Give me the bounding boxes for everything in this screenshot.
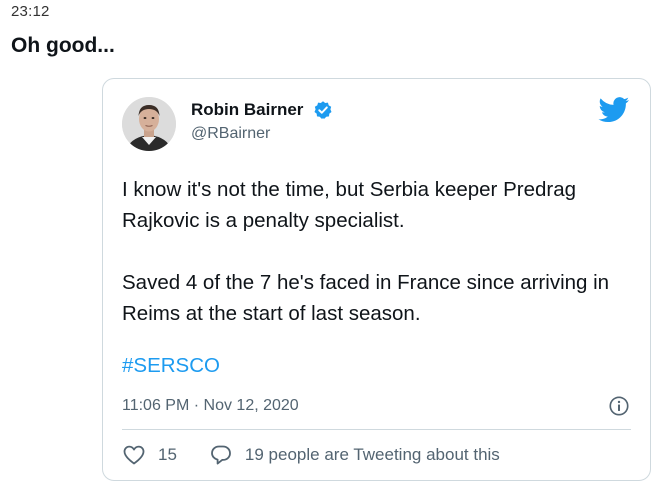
- tweet-text: I know it's not the time, but Serbia kee…: [122, 174, 622, 360]
- message-text: Oh good...: [11, 34, 115, 57]
- verified-badge-icon: [313, 100, 333, 120]
- like-count[interactable]: 15: [158, 445, 177, 465]
- message-timestamp: 23:12: [11, 3, 50, 20]
- heart-icon[interactable]: [122, 443, 146, 467]
- tweet-paragraph: Saved 4 of the 7 he's faced in France si…: [122, 271, 610, 325]
- author-name[interactable]: Robin Bairner: [191, 100, 303, 120]
- tweet-datetime[interactable]: 11:06 PM · Nov 12, 2020: [122, 397, 299, 415]
- twitter-bird-icon[interactable]: [598, 97, 630, 123]
- info-icon[interactable]: [608, 395, 630, 417]
- footer-divider: [122, 429, 631, 430]
- avatar[interactable]: [122, 97, 176, 151]
- embedded-tweet-card[interactable]: Robin Bairner @RBairner I know it's not …: [102, 78, 651, 481]
- reply-activity-text[interactable]: 19 people are Tweeting about this: [245, 445, 500, 465]
- reply-bubble-icon[interactable]: [209, 443, 233, 467]
- hashtag-link[interactable]: #SERSCO: [122, 354, 220, 378]
- tweet-paragraph: I know it's not the time, but Serbia kee…: [122, 178, 577, 232]
- author-handle[interactable]: @RBairner: [191, 125, 270, 143]
- tweet-footer: 15 19 people are Tweeting about this: [122, 443, 500, 467]
